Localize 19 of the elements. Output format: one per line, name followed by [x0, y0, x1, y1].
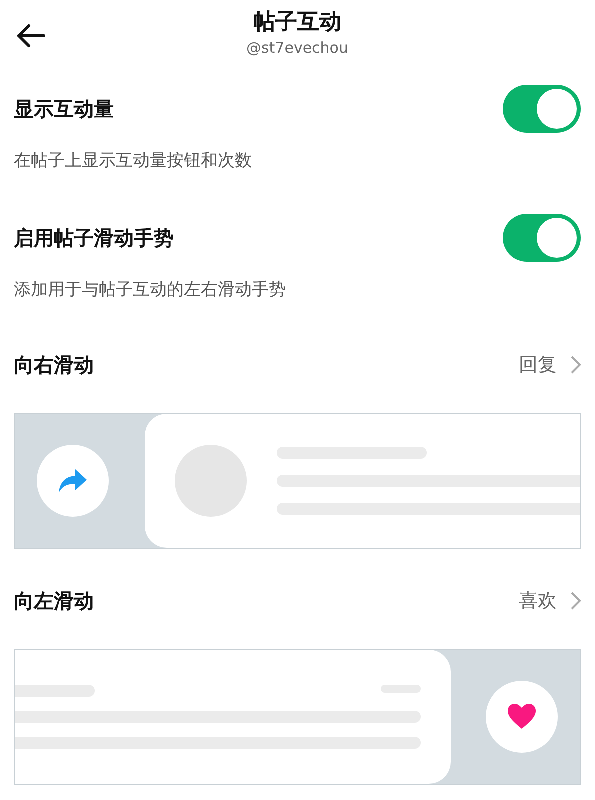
setting-value: 喜欢 — [519, 588, 557, 614]
back-icon[interactable] — [16, 24, 46, 48]
reply-arrow-icon — [58, 468, 88, 494]
swipe-setting-row[interactable]: 向左滑动 喜欢 — [14, 577, 581, 625]
setting-label: 启用帖子滑动手势 — [14, 224, 174, 252]
chevron-right-icon — [571, 592, 581, 610]
setting-description: 添加用于与帖子互动的左右滑动手势 — [14, 278, 287, 302]
setting-value: 回复 — [519, 352, 557, 378]
setting-label: 显示互动量 — [14, 96, 114, 123]
setting-label: 向左滑动 — [14, 588, 94, 615]
chevron-right-icon — [571, 356, 581, 374]
account-handle: @st7evechou — [246, 38, 348, 58]
setting-description: 在帖子上显示互动量按钮和次数 — [14, 150, 253, 173]
setting-label: 向右滑动 — [14, 352, 94, 379]
toggle-switch[interactable] — [503, 214, 581, 262]
heart-icon — [508, 704, 536, 730]
toggle-switch[interactable] — [503, 85, 581, 133]
page-title: 帖子互动 — [254, 9, 342, 37]
swipe-setting-row[interactable]: 向右滑动 回复 — [14, 341, 581, 389]
